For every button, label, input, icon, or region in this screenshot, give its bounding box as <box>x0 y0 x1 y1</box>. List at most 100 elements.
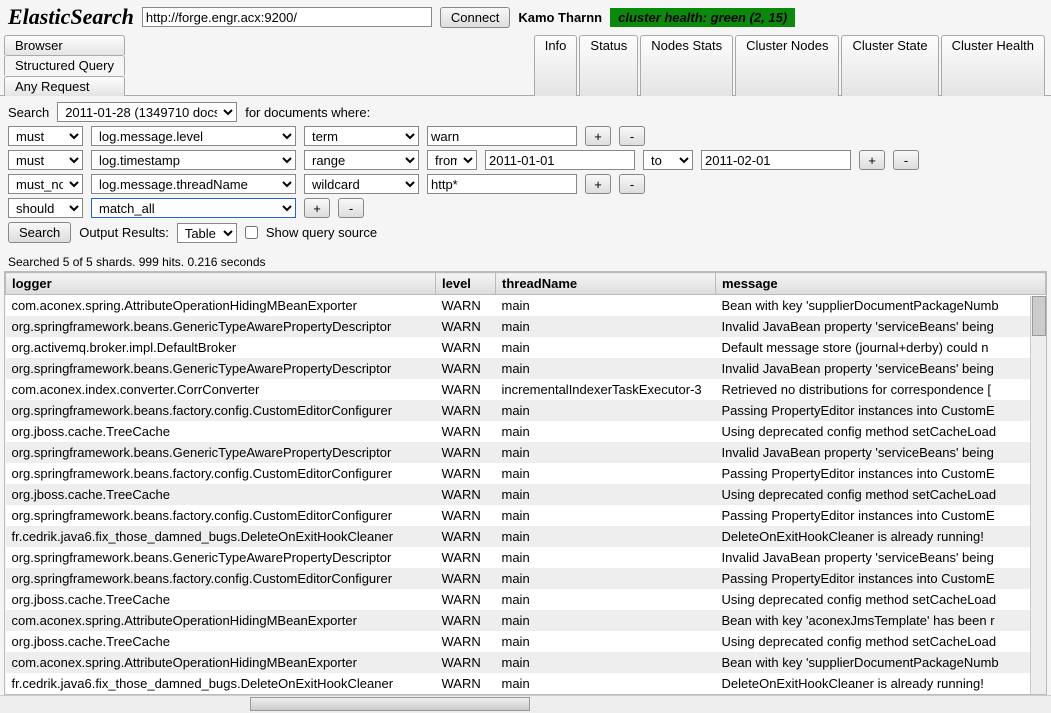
tab-any-request[interactable]: Any Request <box>4 76 125 96</box>
value-input[interactable] <box>485 150 635 170</box>
remove-clause-button[interactable]: - <box>338 198 364 218</box>
table-cell: Passing PropertyEditor instances into Cu… <box>716 400 1046 421</box>
operator-select[interactable]: range <box>304 150 419 170</box>
search-status-text: Searched 5 of 5 shards. 999 hits. 0.216 … <box>0 253 1051 271</box>
range-to-select[interactable]: to <box>643 150 693 170</box>
table-cell: incrementalIndexerTaskExecutor-3 <box>496 379 716 400</box>
username-label: Kamo Tharnn <box>518 10 602 25</box>
add-clause-button[interactable]: + <box>585 126 611 146</box>
remove-clause-button[interactable]: - <box>619 126 645 146</box>
table-row[interactable]: org.springframework.beans.GenericTypeAwa… <box>6 547 1046 568</box>
table-cell: WARN <box>436 463 496 484</box>
table-row[interactable]: org.jboss.cache.TreeCacheWARNmainUsing d… <box>6 589 1046 610</box>
table-cell: WARN <box>436 673 496 694</box>
operator-select[interactable]: term <box>304 126 419 146</box>
tab-cluster-health[interactable]: Cluster Health <box>941 35 1045 96</box>
table-cell: DeleteOnExitHookCleaner is already runni… <box>716 526 1046 547</box>
table-row[interactable]: org.activemq.broker.impl.DefaultBrokerWA… <box>6 337 1046 358</box>
table-cell: org.springframework.beans.GenericTypeAwa… <box>6 547 436 568</box>
table-cell: main <box>496 505 716 526</box>
table-cell: org.jboss.cache.TreeCache <box>6 589 436 610</box>
column-header-threadName[interactable]: threadName <box>496 273 716 295</box>
table-cell: WARN <box>436 547 496 568</box>
column-header-message[interactable]: message <box>716 273 1046 295</box>
table-cell: WARN <box>436 526 496 547</box>
tab-cluster-state[interactable]: Cluster State <box>841 35 938 96</box>
table-cell: Invalid JavaBean property 'serviceBeans'… <box>716 358 1046 379</box>
tab-bar: BrowserStructured QueryAny Request InfoS… <box>0 34 1051 96</box>
table-cell: Invalid JavaBean property 'serviceBeans'… <box>716 316 1046 337</box>
remove-clause-button[interactable]: - <box>893 150 919 170</box>
value2-input[interactable] <box>701 150 851 170</box>
range-from-select[interactable]: from <box>427 150 477 170</box>
tab-structured-query[interactable]: Structured Query <box>4 55 125 76</box>
table-cell: WARN <box>436 484 496 505</box>
table-row[interactable]: com.aconex.spring.AttributeOperationHidi… <box>6 610 1046 631</box>
add-clause-button[interactable]: + <box>859 150 885 170</box>
table-cell: WARN <box>436 400 496 421</box>
table-row[interactable]: org.jboss.cache.TreeCacheWARNmainUsing d… <box>6 631 1046 652</box>
table-row[interactable]: org.springframework.beans.factory.config… <box>6 505 1046 526</box>
bool-clause-select[interactable]: should <box>8 198 83 218</box>
table-cell: Using deprecated config method setCacheL… <box>716 631 1046 652</box>
table-row[interactable]: com.aconex.spring.AttributeOperationHidi… <box>6 295 1046 317</box>
table-row[interactable]: com.aconex.index.converter.CorrConverter… <box>6 379 1046 400</box>
index-select[interactable]: 2011-01-28 (1349710 docs) <box>57 102 237 122</box>
operator-select[interactable]: wildcard <box>304 174 419 194</box>
remove-clause-button[interactable]: - <box>619 174 645 194</box>
table-row[interactable]: fr.cedrik.java6.fix_those_damned_bugs.De… <box>6 526 1046 547</box>
for-documents-label: for documents where: <box>245 105 370 120</box>
table-cell: main <box>496 295 716 317</box>
search-label: Search <box>8 105 49 120</box>
show-query-source-checkbox[interactable] <box>245 226 258 239</box>
table-cell: WARN <box>436 568 496 589</box>
add-clause-button[interactable]: + <box>304 198 330 218</box>
table-cell: main <box>496 484 716 505</box>
table-row[interactable]: org.springframework.beans.GenericTypeAwa… <box>6 358 1046 379</box>
bool-clause-select[interactable]: must <box>8 150 83 170</box>
column-header-logger[interactable]: logger <box>6 273 436 295</box>
column-header-level[interactable]: level <box>436 273 496 295</box>
field-select[interactable]: match_all <box>91 198 296 218</box>
tab-browser[interactable]: Browser <box>4 35 125 55</box>
search-button[interactable]: Search <box>8 222 71 243</box>
table-cell: org.springframework.beans.GenericTypeAwa… <box>6 316 436 337</box>
table-cell: WARN <box>436 631 496 652</box>
table-cell: main <box>496 610 716 631</box>
add-clause-button[interactable]: + <box>585 174 611 194</box>
bool-clause-select[interactable]: must <box>8 126 83 146</box>
connect-button[interactable]: Connect <box>440 7 510 28</box>
vertical-scrollbar[interactable] <box>1030 296 1046 694</box>
field-select[interactable]: log.timestamp <box>91 150 296 170</box>
table-row[interactable]: org.springframework.beans.factory.config… <box>6 568 1046 589</box>
field-select[interactable]: log.message.threadName <box>91 174 296 194</box>
value-input[interactable] <box>427 174 577 194</box>
tab-nodes-stats[interactable]: Nodes Stats <box>640 35 733 96</box>
table-row[interactable]: org.springframework.beans.GenericTypeAwa… <box>6 442 1046 463</box>
value-input[interactable] <box>427 126 577 146</box>
horizontal-scrollbar[interactable] <box>0 695 1051 713</box>
table-cell: Passing PropertyEditor instances into Cu… <box>716 568 1046 589</box>
table-cell: main <box>496 337 716 358</box>
table-cell: Passing PropertyEditor instances into Cu… <box>716 505 1046 526</box>
table-row[interactable]: org.springframework.beans.GenericTypeAwa… <box>6 316 1046 337</box>
table-cell: WARN <box>436 505 496 526</box>
table-row[interactable]: com.aconex.spring.AttributeOperationHidi… <box>6 652 1046 673</box>
tab-status[interactable]: Status <box>579 35 638 96</box>
table-row[interactable]: org.springframework.beans.factory.config… <box>6 463 1046 484</box>
bool-clause-select[interactable]: must_not <box>8 174 83 194</box>
table-row[interactable]: org.jboss.cache.TreeCacheWARNmainUsing d… <box>6 421 1046 442</box>
table-row[interactable]: org.springframework.beans.factory.config… <box>6 400 1046 421</box>
tab-cluster-nodes[interactable]: Cluster Nodes <box>735 35 839 96</box>
table-row[interactable]: fr.cedrik.java6.fix_those_damned_bugs.De… <box>6 673 1046 694</box>
table-cell: Bean with key 'aconexJmsTemplate' has be… <box>716 610 1046 631</box>
field-select[interactable]: log.message.level <box>91 126 296 146</box>
table-cell: WARN <box>436 295 496 317</box>
server-url-input[interactable] <box>142 7 432 27</box>
tab-info[interactable]: Info <box>534 35 578 96</box>
table-cell: WARN <box>436 652 496 673</box>
table-cell: org.jboss.cache.TreeCache <box>6 484 436 505</box>
table-row[interactable]: org.jboss.cache.TreeCacheWARNmainUsing d… <box>6 484 1046 505</box>
table-cell: main <box>496 526 716 547</box>
output-format-select[interactable]: Table <box>177 223 237 243</box>
